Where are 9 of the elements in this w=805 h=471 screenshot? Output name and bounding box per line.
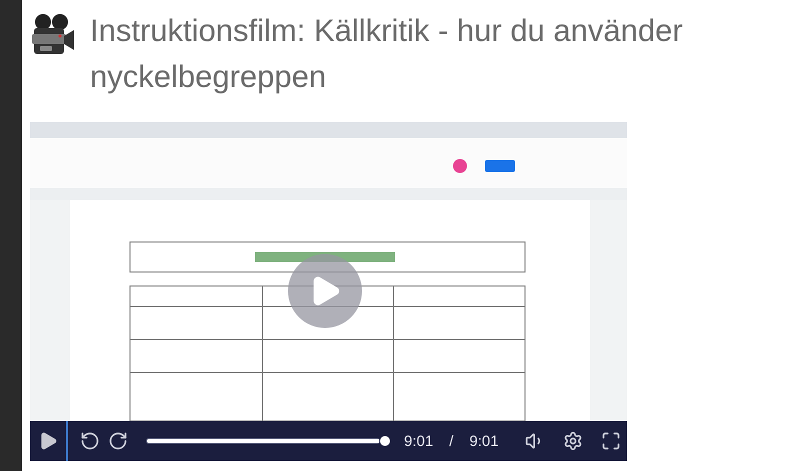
duration: 9:01 (469, 432, 499, 450)
rewind-icon[interactable] (80, 431, 100, 451)
progress-thumb[interactable] (380, 436, 390, 446)
page-title: Instruktionsfilm: Källkritik - hur du använder nyckelbegreppen (90, 12, 684, 96)
time-separator: / (449, 432, 454, 450)
fullscreen-icon[interactable] (600, 431, 621, 451)
settings-icon[interactable] (562, 431, 583, 451)
forward-icon[interactable] (108, 431, 128, 451)
current-time: 9:01 (404, 432, 434, 450)
